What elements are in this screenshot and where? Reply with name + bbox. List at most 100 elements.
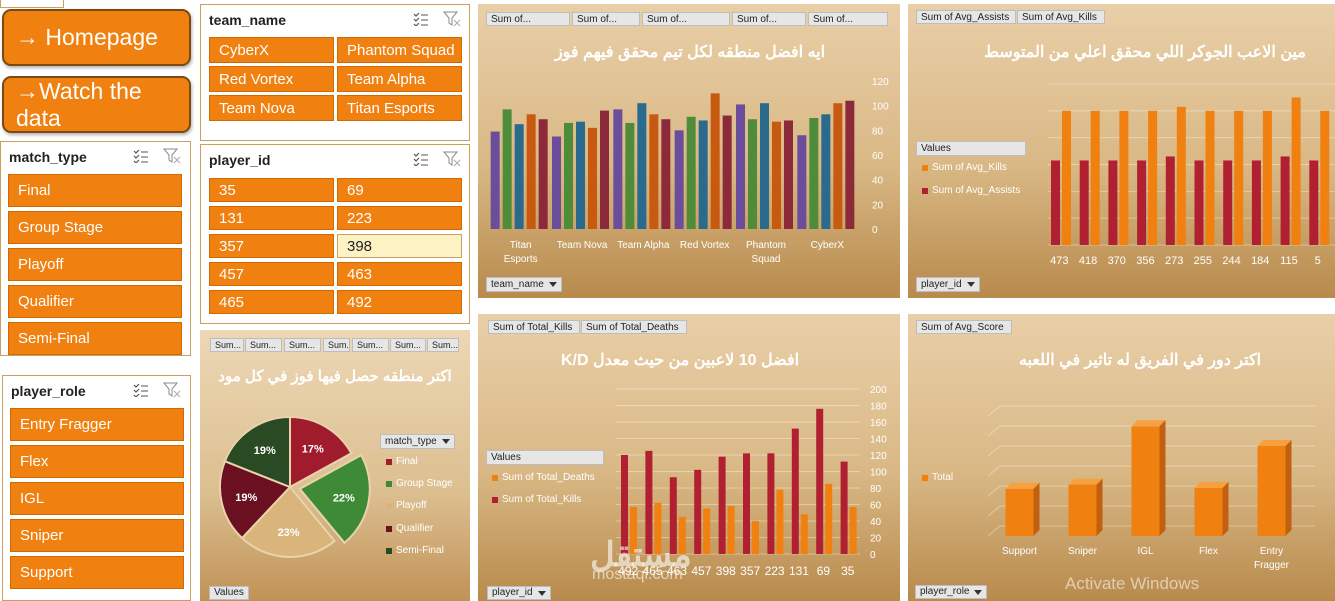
- bar: [1205, 110, 1215, 245]
- field-button[interactable]: Sum...: [390, 338, 426, 352]
- bar: [1068, 484, 1097, 536]
- bar: [686, 116, 696, 229]
- field-button[interactable]: Sum of...: [808, 12, 888, 26]
- field-button[interactable]: Sum of...: [642, 12, 730, 26]
- y-tick-label: 60: [870, 501, 882, 512]
- chart-title: مين الاعب الجوكر اللي محقق اعلي من المتو…: [984, 44, 1306, 61]
- y-tick-label: 0: [870, 550, 876, 561]
- legend-swatch: [922, 474, 928, 481]
- field-button[interactable]: Sum...: [352, 338, 389, 352]
- legend-label: Sum of Avg_Assists: [932, 185, 1021, 196]
- slicer-item[interactable]: 69: [337, 178, 462, 202]
- slicer-item[interactable]: Team Nova: [209, 95, 334, 121]
- clear-filter-icon[interactable]: [443, 151, 461, 167]
- field-button[interactable]: Sum...: [323, 338, 350, 352]
- multi-select-icon[interactable]: [413, 12, 429, 26]
- values-button[interactable]: Values: [209, 586, 249, 600]
- legend-swatch: [386, 525, 392, 532]
- field-button[interactable]: Sum of Avg_Assists: [916, 10, 1016, 24]
- slicer-item[interactable]: 35: [209, 178, 334, 202]
- slicer-item[interactable]: 223: [337, 206, 462, 230]
- bar: [1320, 110, 1330, 245]
- field-button[interactable]: Sum...: [245, 338, 282, 352]
- slicer-item[interactable]: Sniper: [10, 519, 184, 552]
- field-button[interactable]: Sum...: [427, 338, 459, 352]
- legend-title: Values: [486, 450, 604, 465]
- bar: [748, 119, 757, 229]
- slicer-item[interactable]: Support: [10, 556, 184, 589]
- legend-swatch: [386, 547, 392, 554]
- slicer-item[interactable]: Qualifier: [8, 285, 182, 318]
- slicer-item[interactable]: Titan Esports: [337, 95, 462, 121]
- bar: [736, 104, 745, 229]
- axis-field-dropdown[interactable]: player_role: [915, 585, 988, 599]
- slice-label: 17%: [302, 443, 324, 455]
- field-button[interactable]: Sum of...: [732, 12, 806, 26]
- field-button[interactable]: Sum...: [284, 338, 321, 352]
- legend-item: Group Stage: [386, 478, 453, 489]
- slicer-item[interactable]: Playoff: [8, 248, 182, 281]
- slicer-item[interactable]: Semi-Final: [8, 322, 182, 355]
- chart-title: اكتر منطقه حصل فيها فوز في كل مود: [218, 368, 452, 385]
- slicer-item[interactable]: Red Vortex: [209, 66, 334, 92]
- slicer-item[interactable]: 463: [337, 262, 462, 286]
- field-button[interactable]: Sum of Total_Deaths: [581, 320, 687, 334]
- multi-select-icon[interactable]: [413, 152, 429, 166]
- field-button[interactable]: Sum of Avg_Kills: [1017, 10, 1105, 24]
- slicer-item[interactable]: CyberX: [209, 37, 334, 63]
- bar: [1280, 156, 1290, 245]
- slicer-item[interactable]: 492: [337, 290, 462, 314]
- slicer-item[interactable]: 457: [209, 262, 334, 286]
- slicer-item[interactable]: 357: [209, 234, 334, 258]
- bar: [1137, 160, 1147, 245]
- y-tick-label: 40: [872, 176, 884, 187]
- bar: [1005, 488, 1034, 536]
- x-tick-label: 244: [1222, 255, 1240, 267]
- clear-filter-icon[interactable]: [163, 382, 181, 398]
- bar-side: [1096, 478, 1103, 536]
- bar: [552, 136, 561, 229]
- legend-label: Group Stage: [396, 478, 453, 489]
- legend-swatch: [492, 474, 498, 481]
- slicer-item[interactable]: IGL: [10, 482, 184, 515]
- slicer-item[interactable]: Team Alpha: [337, 66, 462, 92]
- legend-label: Qualifier: [396, 523, 434, 534]
- chevron-down-icon: [537, 590, 546, 596]
- field-button[interactable]: Sum of...: [486, 12, 570, 26]
- axis-field-dropdown[interactable]: player_id: [916, 277, 980, 292]
- axis-field-dropdown[interactable]: player_id: [487, 586, 551, 600]
- field-button[interactable]: Sum of Total_Kills: [488, 320, 580, 334]
- x-tick-label: Flex: [1199, 546, 1218, 557]
- legend-label: Sum of Avg_Kills: [932, 162, 1007, 173]
- multi-select-icon[interactable]: [133, 383, 149, 397]
- bar: [776, 489, 784, 554]
- legend-field-label: match_type: [385, 435, 437, 447]
- field-button[interactable]: Sum of...: [572, 12, 640, 26]
- axis-field-label: team_name: [491, 278, 544, 290]
- field-button[interactable]: Sum of Avg_Score: [916, 320, 1012, 334]
- slicer-item[interactable]: 131: [209, 206, 334, 230]
- slicer-header: team_name: [201, 5, 469, 35]
- slicer-item[interactable]: Final: [8, 174, 182, 207]
- mostaql-logo-text: mostaql.com: [592, 566, 683, 583]
- watch-data-button[interactable]: →Watch the data: [2, 76, 191, 133]
- legend-swatch: [386, 480, 392, 487]
- slicer-item[interactable]: Flex: [10, 445, 184, 478]
- multi-select-icon[interactable]: [133, 149, 149, 163]
- bar: [727, 506, 735, 554]
- homepage-button[interactable]: → Homepage: [2, 9, 191, 66]
- bar: [674, 130, 684, 229]
- gridline: [987, 405, 1315, 417]
- field-button[interactable]: Sum...: [210, 338, 244, 352]
- clear-filter-icon[interactable]: [163, 148, 181, 164]
- slicer-item-selected[interactable]: 398: [337, 234, 462, 258]
- slicer-item[interactable]: 465: [209, 290, 334, 314]
- clear-filter-icon[interactable]: [443, 11, 461, 27]
- x-tick-label: Fragger: [1254, 560, 1290, 571]
- slicer-item[interactable]: Group Stage: [8, 211, 182, 244]
- legend-field-dropdown[interactable]: match_type: [380, 434, 455, 449]
- legend-item: Playoff: [386, 500, 426, 511]
- slicer-item[interactable]: Phantom Squad: [337, 37, 462, 63]
- axis-field-dropdown[interactable]: team_name: [486, 277, 562, 292]
- slicer-item[interactable]: Entry Fragger: [10, 408, 184, 441]
